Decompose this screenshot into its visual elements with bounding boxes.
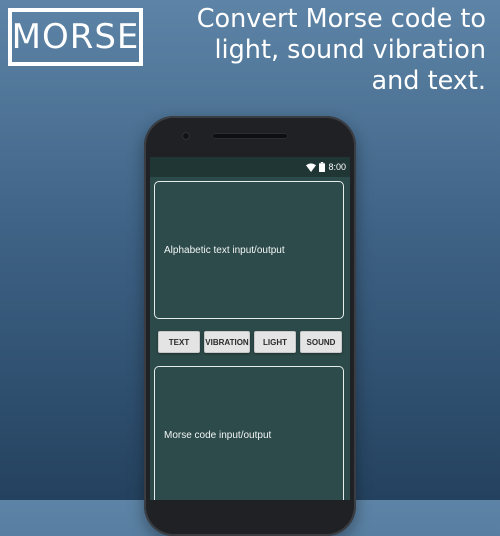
logo-text: MORSE — [11, 17, 140, 57]
sound-button[interactable]: SOUND — [300, 331, 342, 353]
morse-input-panel[interactable]: Morse code input/output — [154, 366, 344, 500]
morse-panel-label: Morse code input/output — [164, 430, 272, 441]
wifi-icon — [306, 162, 317, 172]
tagline-line-3: and text. — [371, 66, 486, 96]
status-time: 8:00 — [328, 162, 346, 172]
light-button[interactable]: LIGHT — [254, 331, 296, 353]
text-input-panel[interactable]: Alphabetic text input/output — [154, 181, 344, 319]
camera-icon — [182, 132, 190, 140]
morse-logo: MORSE — [8, 8, 143, 66]
mode-buttons: TEXT VIBRATION LIGHT SOUND — [158, 331, 342, 353]
phone-screen: 8:00 Alphabetic text input/output TEXT V… — [150, 157, 350, 500]
tagline-line-1: Convert Morse code to — [196, 4, 486, 34]
status-icons: 8:00 — [306, 160, 346, 174]
vibration-button[interactable]: VIBRATION — [204, 331, 250, 353]
tagline-line-2: light, sound vibration — [214, 35, 486, 65]
text-panel-label: Alphabetic text input/output — [164, 245, 285, 256]
battery-icon — [319, 162, 326, 172]
text-button[interactable]: TEXT — [158, 331, 200, 353]
status-bar: 8:00 — [150, 157, 350, 177]
speaker-icon — [212, 133, 288, 139]
tagline: Convert Morse code to light, sound vibra… — [156, 4, 486, 97]
